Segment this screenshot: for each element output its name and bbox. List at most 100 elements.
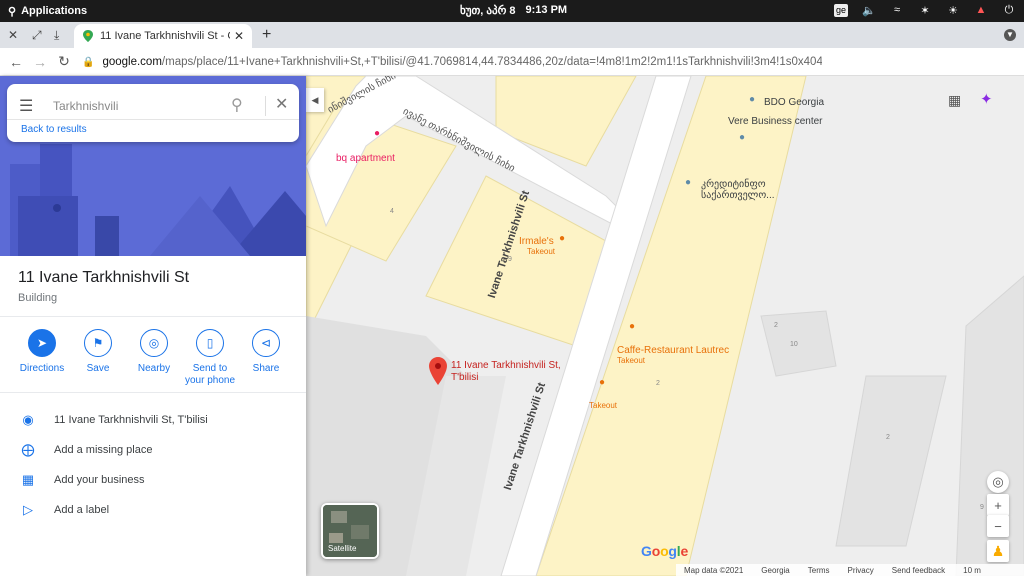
action-label: Nearby bbox=[137, 363, 171, 374]
restore-icon[interactable]: ⤢ bbox=[32, 28, 42, 43]
wifi-icon[interactable]: ≈ bbox=[890, 3, 904, 17]
bluetooth-icon[interactable]: ✶ bbox=[918, 3, 932, 17]
tab-search-icon[interactable]: ▼ bbox=[1004, 29, 1016, 41]
close-window-icon[interactable]: ✕ bbox=[8, 28, 18, 42]
keyboard-layout-indicator[interactable]: ge bbox=[833, 3, 848, 17]
bookmark-icon: ⚑ bbox=[84, 329, 112, 357]
send-to-phone-icon: ▯ bbox=[196, 329, 224, 357]
system-top-bar: ⚲ Applications ხუთ, აპრ 8 9:13 PM ge 🔈 ≈… bbox=[0, 0, 1024, 22]
hotel-icon[interactable]: ● bbox=[374, 128, 380, 139]
power-icon[interactable]: ⏻ bbox=[1002, 3, 1016, 17]
send-to-phone-button[interactable]: ▯ Send to your phone bbox=[182, 329, 238, 387]
add-business-row[interactable]: ▦ Add your business bbox=[18, 472, 145, 488]
scale-label[interactable]: 10 m bbox=[963, 566, 981, 575]
notifications-icon[interactable]: ▲ bbox=[974, 3, 988, 17]
privacy-link[interactable]: Privacy bbox=[848, 566, 874, 575]
satellite-layer-toggle[interactable]: Satellite bbox=[321, 503, 379, 559]
nearby-button[interactable]: ◎ Nearby bbox=[126, 329, 182, 387]
download-icon[interactable]: ⤓ bbox=[54, 28, 59, 43]
add-label-row[interactable]: ▷ Add a label bbox=[18, 502, 109, 518]
place-type[interactable]: Building bbox=[18, 292, 57, 304]
map-canvas[interactable]: Ivane Tarkhnishvili St Ivane Tarkhnishvi… bbox=[306, 76, 1024, 576]
browser-tab-bar: ✕ ⤢ ⤓ 11 Ivane Tarkhnishvili St - Goog ✕… bbox=[0, 22, 1024, 48]
street-view-pegman-icon[interactable]: ♟ bbox=[987, 540, 1009, 562]
send-feedback-link[interactable]: Send feedback bbox=[892, 566, 945, 575]
map-data-credit: Map data ©2021 bbox=[684, 565, 744, 575]
lock-icon: 🔒 bbox=[82, 56, 95, 68]
place-icon[interactable]: ● bbox=[685, 177, 691, 188]
system-tray: ge 🔈 ≈ ✶ ☀ ▲ ⏻ bbox=[833, 3, 1016, 17]
add-missing-place-row[interactable]: ⨁ Add a missing place bbox=[18, 442, 153, 458]
place-panel: ☰ ⚲ ✕ Back to results 11 Ivane Tarkhnish… bbox=[0, 76, 306, 576]
hamburger-menu-icon[interactable]: ☰ bbox=[19, 96, 33, 116]
location-pin-icon[interactable] bbox=[429, 357, 447, 385]
directions-button[interactable]: ➤ Directions bbox=[14, 329, 70, 387]
building-number: 9 bbox=[980, 504, 984, 511]
search-icon[interactable]: ⚲ bbox=[231, 95, 243, 115]
new-tab-icon[interactable]: + bbox=[262, 26, 271, 44]
zoom-in-button[interactable]: + bbox=[987, 494, 1009, 516]
divider bbox=[0, 392, 306, 393]
clock[interactable]: ხუთ, აპრ 8 9:13 PM bbox=[460, 4, 567, 17]
place-icon[interactable]: ● bbox=[739, 132, 745, 143]
building bbox=[835, 375, 947, 547]
google-logo: Google bbox=[641, 543, 689, 559]
account-avatar-icon[interactable]: ✦ bbox=[980, 90, 1000, 110]
restaurant-icon[interactable]: ● bbox=[559, 233, 565, 244]
pin-label: 11 Ivane Tarkhnishvili St, T'bilisi bbox=[451, 360, 561, 383]
tab-google-maps[interactable]: 11 Ivane Tarkhnishvili St - Goog ✕ bbox=[74, 24, 252, 48]
back-icon[interactable]: ← bbox=[4, 54, 28, 70]
building-number: 4 bbox=[390, 208, 394, 215]
brightness-icon[interactable]: ☀ bbox=[946, 3, 960, 17]
poi-bq-apartment[interactable]: bq apartment bbox=[336, 153, 395, 164]
poi-caffe-restaurant-lautrec[interactable]: Caffe-Restaurant Lautrec bbox=[617, 345, 729, 356]
address-row[interactable]: ◉ 11 Ivane Tarkhnishvili St, T'bilisi bbox=[18, 412, 208, 428]
nearby-icon: ◎ bbox=[140, 329, 168, 357]
applications-menu[interactable]: ⚲ Applications bbox=[0, 5, 87, 18]
poi-irmales[interactable]: Irmale's bbox=[519, 236, 554, 247]
save-button[interactable]: ⚑ Save bbox=[70, 329, 126, 387]
add-business-icon: ▦ bbox=[21, 472, 35, 487]
region-label[interactable]: Georgia bbox=[761, 566, 789, 575]
search-icon: ⚲ bbox=[8, 5, 17, 18]
zoom-out-button[interactable]: − bbox=[987, 515, 1009, 537]
action-label: Directions bbox=[19, 363, 65, 374]
volume-icon[interactable]: 🔈 bbox=[862, 3, 876, 17]
forward-icon[interactable]: → bbox=[28, 54, 52, 70]
search-input[interactable] bbox=[53, 96, 223, 116]
close-tab-icon[interactable]: ✕ bbox=[234, 29, 244, 43]
poi-vere-business-center[interactable]: Vere Business center bbox=[728, 116, 823, 127]
restaurant-icon[interactable]: ● bbox=[599, 377, 605, 388]
place-title: 11 Ivane Tarkhnishvili St bbox=[18, 269, 190, 286]
address-text: 11 Ivane Tarkhnishvili St, T'bilisi bbox=[54, 414, 208, 426]
building bbox=[760, 310, 837, 377]
action-buttons: ➤ Directions ⚑ Save ◎ Nearby ▯ Send to y… bbox=[14, 329, 294, 387]
poi-caffe-sub: Takeout bbox=[617, 356, 646, 365]
collapse-panel-button[interactable]: ◀ bbox=[306, 88, 324, 112]
action-label: Send to your phone bbox=[184, 363, 236, 386]
satellite-label: Satellite bbox=[328, 544, 357, 553]
share-button[interactable]: ⊲ Share bbox=[238, 329, 294, 387]
poi-creditinfo[interactable]: კრედიტინფო საქართველო... bbox=[701, 179, 791, 201]
reload-icon[interactable]: ↻ bbox=[52, 53, 76, 70]
building-number: 2 bbox=[656, 380, 660, 387]
place-hero-image: ☰ ⚲ ✕ Back to results bbox=[0, 76, 306, 256]
place-icon[interactable]: ● bbox=[749, 94, 755, 105]
poi-takeout[interactable]: Takeout bbox=[589, 401, 617, 410]
url-path: /maps/place/11+Ivane+Tarkhnishvili+St,+T… bbox=[161, 56, 822, 68]
action-label: Share bbox=[252, 363, 280, 374]
divider bbox=[7, 119, 299, 120]
my-location-icon[interactable]: ◎ bbox=[987, 471, 1009, 493]
maps-favicon-icon bbox=[83, 30, 93, 42]
action-label: Save bbox=[86, 363, 110, 374]
url-bar[interactable]: 🔒 google.com /maps/place/11+Ivane+Tarkhn… bbox=[82, 52, 822, 72]
search-box: ☰ ⚲ ✕ Back to results bbox=[7, 84, 299, 142]
google-apps-icon[interactable]: ▦ bbox=[948, 92, 964, 108]
terms-link[interactable]: Terms bbox=[808, 566, 830, 575]
poi-bdo-georgia[interactable]: BDO Georgia bbox=[764, 97, 824, 108]
building-number: 10 bbox=[790, 341, 798, 348]
add-place-icon: ⨁ bbox=[21, 442, 35, 457]
close-icon[interactable]: ✕ bbox=[275, 94, 288, 114]
restaurant-icon[interactable]: ● bbox=[629, 321, 635, 332]
back-to-results-link[interactable]: Back to results bbox=[21, 124, 87, 135]
